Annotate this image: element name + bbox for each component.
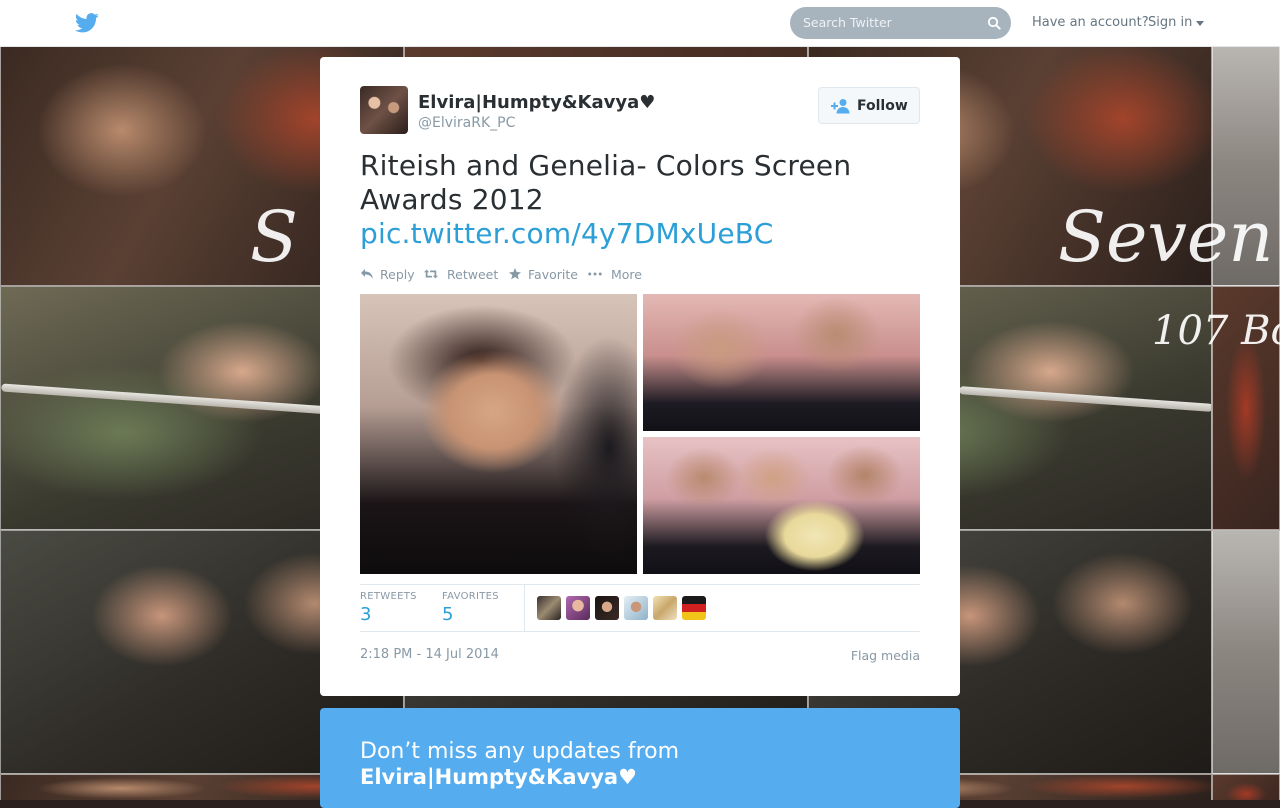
- follow-button[interactable]: Follow: [818, 87, 920, 124]
- top-bar: Search Twitter Have an account? Sign in: [0, 0, 1280, 47]
- favoriter-avatar[interactable]: [624, 596, 648, 620]
- background-sword-shape: [1, 383, 331, 415]
- background-overlay-subtitle: 107 Bölü: [1152, 308, 1280, 354]
- tweet-photo-top-right[interactable]: [643, 294, 920, 431]
- banner-text: Don’t miss any updates from: [360, 739, 680, 764]
- tweet-photo-bottom-right[interactable]: [643, 437, 920, 574]
- favorites-label: FAVORITES: [442, 591, 499, 602]
- retweets-label: RETWEETS: [360, 591, 417, 602]
- author-name[interactable]: Elvira|Humpty&Kavya♥: [418, 92, 655, 113]
- tweet-timestamp[interactable]: 2:18 PM - 14 Jul 2014: [360, 647, 499, 662]
- favorites-count: 5: [442, 604, 454, 625]
- reply-label: Reply: [380, 267, 415, 282]
- more-label: More: [611, 267, 642, 282]
- have-account-text: Have an account?: [1032, 15, 1149, 30]
- favorites-stat[interactable]: FAVORITES 5: [442, 591, 499, 625]
- tweet-body: Riteish and Genelia- Colors Screen Award…: [360, 149, 920, 251]
- background-overlay-letter: S: [250, 196, 298, 278]
- chevron-down-icon[interactable]: [1196, 21, 1204, 26]
- search-placeholder: Search Twitter: [803, 15, 892, 30]
- search-input[interactable]: Search Twitter: [790, 7, 1011, 39]
- star-icon: [509, 268, 521, 280]
- retweets-stat[interactable]: RETWEETS 3: [360, 591, 417, 625]
- retweets-count: 3: [360, 604, 372, 625]
- divider: [360, 584, 920, 585]
- search-icon[interactable]: [987, 16, 1001, 30]
- favoriter-avatar[interactable]: [653, 596, 677, 620]
- avatar[interactable]: [360, 86, 408, 134]
- more-dots-icon: [588, 272, 602, 276]
- background-tile: [1212, 774, 1280, 800]
- reply-icon: [361, 269, 373, 279]
- flag-media-link[interactable]: Flag media: [851, 648, 920, 663]
- author-handle[interactable]: @ElviraRK_PC: [418, 115, 515, 131]
- tweet-media-grid: [360, 294, 920, 574]
- add-user-icon: [831, 99, 850, 114]
- twitter-bird-icon[interactable]: [75, 13, 99, 33]
- divider: [524, 585, 525, 631]
- favoriter-avatar[interactable]: [595, 596, 619, 620]
- signup-banner: Don’t miss any updates from Elvira|Humpt…: [320, 708, 960, 808]
- tweet-text: Riteish and Genelia- Colors Screen Award…: [360, 149, 852, 216]
- tweet-media-link[interactable]: pic.twitter.com/4y7DMxUeBC: [360, 217, 920, 251]
- favoriter-avatar[interactable]: [566, 596, 590, 620]
- favorite-label: Favorite: [528, 267, 578, 282]
- tweet-card: Elvira|Humpty&Kavya♥ @ElviraRK_PC Follow…: [320, 57, 960, 696]
- tweet-photo-main[interactable]: [360, 294, 637, 574]
- retweet-label: Retweet: [447, 267, 499, 282]
- sign-in-link[interactable]: Sign in: [1148, 15, 1192, 30]
- favoriter-avatar[interactable]: [537, 596, 561, 620]
- favoriter-avatar[interactable]: [682, 596, 706, 620]
- divider: [360, 631, 920, 632]
- follow-button-label: Follow: [857, 98, 908, 114]
- banner-author-name: Elvira|Humpty&Kavya♥: [360, 765, 637, 789]
- background-sword-shape: [959, 386, 1211, 412]
- background-tile: [1212, 530, 1280, 774]
- background-overlay-title: Seven De: [1058, 196, 1280, 278]
- retweet-icon: [424, 269, 438, 279]
